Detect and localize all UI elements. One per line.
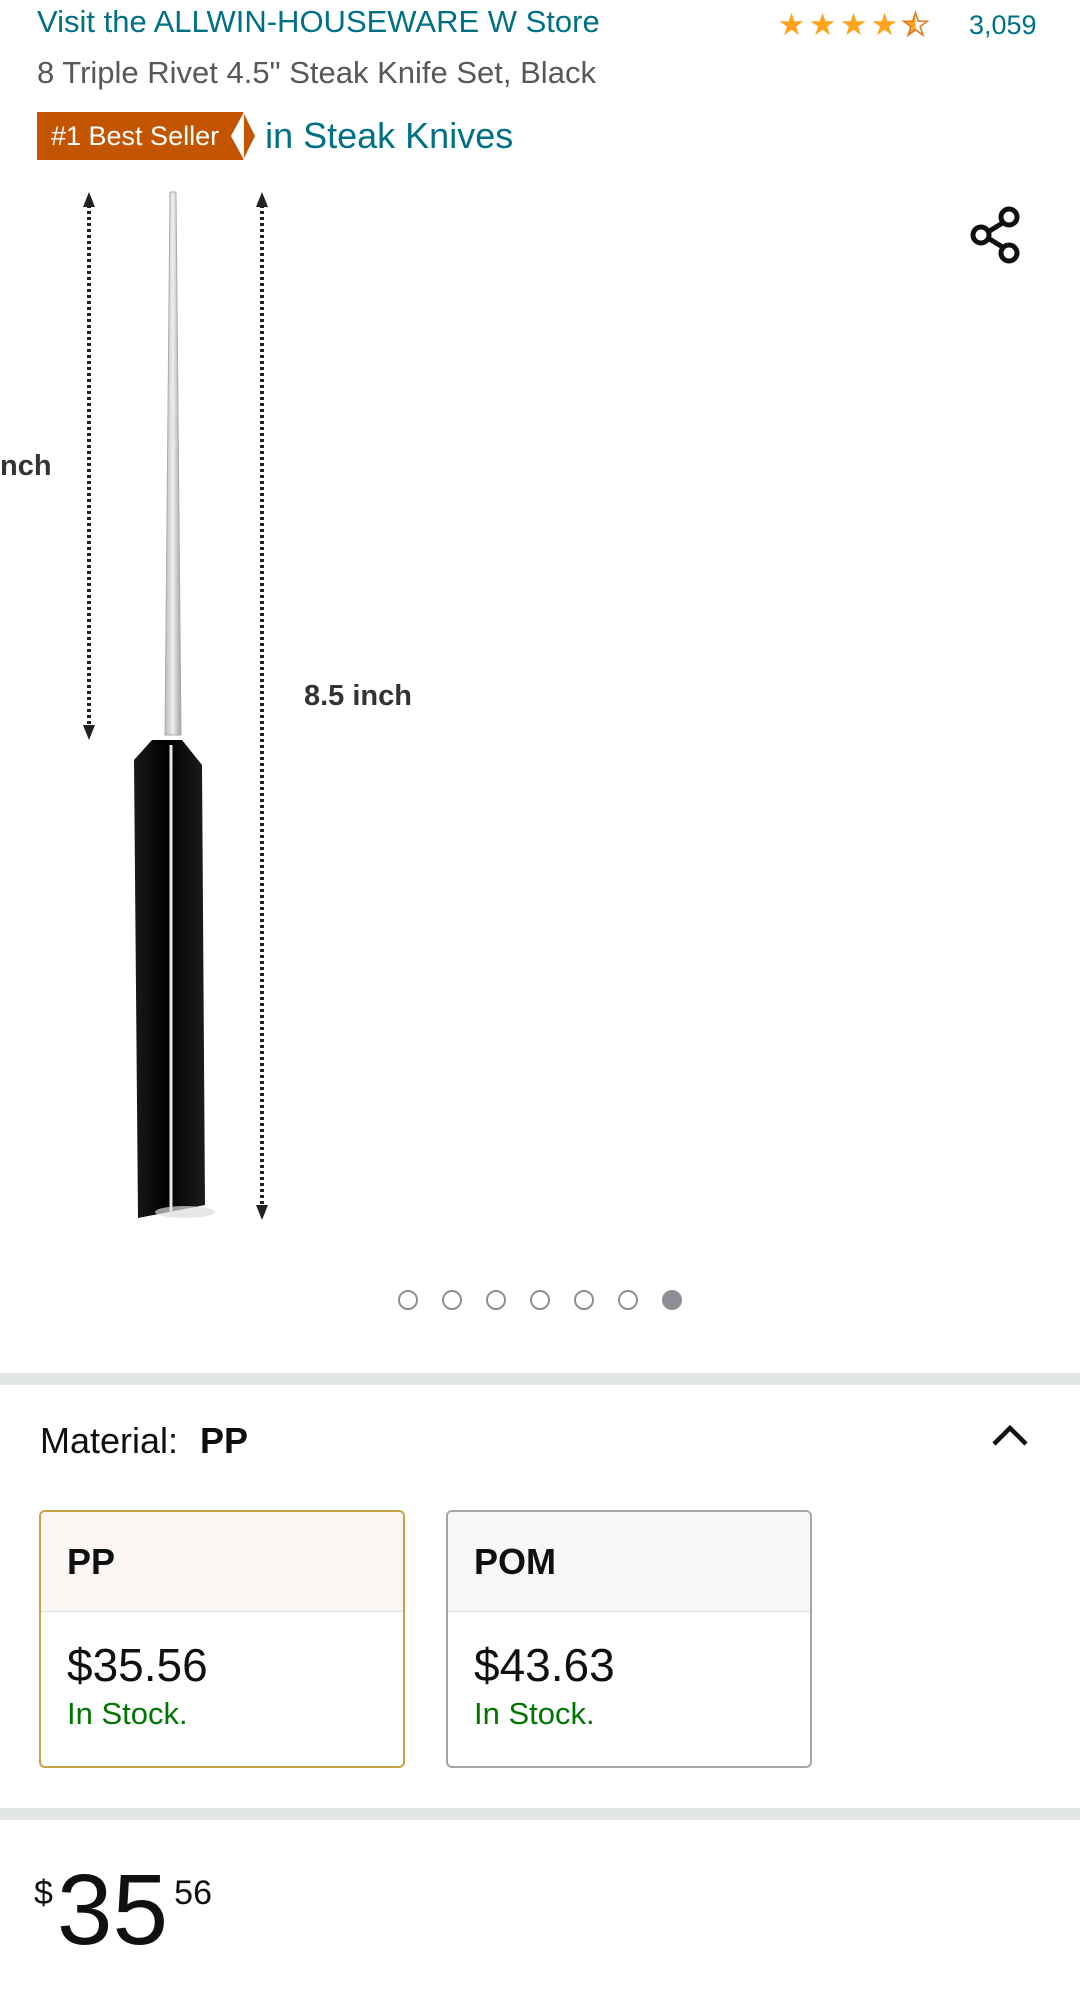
variation-option-pom[interactable]: POM $43.63 In Stock. <box>446 1510 812 1768</box>
carousel-dot[interactable] <box>442 1290 462 1310</box>
star-rating: ★ ★ ★ ★ ★ <box>776 6 931 43</box>
option-price: $43.63 <box>474 1639 615 1691</box>
price-whole: 35 <box>56 1854 169 1966</box>
total-length-measure <box>256 192 268 1220</box>
total-length-label: 8.5 inch <box>304 680 412 712</box>
star-icon: ★ <box>808 7 837 42</box>
variation-header: Material: PP <box>40 1420 248 1462</box>
carousel-dot-active[interactable] <box>662 1290 682 1310</box>
variation-option-pp[interactable]: PP $35.56 In Stock. <box>39 1510 405 1768</box>
image-carousel-dots <box>0 1290 1080 1316</box>
rating-summary[interactable]: ★ ★ ★ ★ ★ 3,059 <box>776 6 1037 43</box>
star-icon: ★ <box>777 7 806 42</box>
best-seller-badge: #1 Best Seller <box>37 112 256 160</box>
best-seller-category-link[interactable]: in Steak Knives <box>265 115 513 157</box>
half-star-icon: ★ <box>901 6 930 43</box>
section-divider <box>0 1373 1080 1385</box>
carousel-dot[interactable] <box>574 1290 594 1310</box>
option-name: PP <box>41 1512 403 1612</box>
star-icon: ★ <box>839 7 868 42</box>
carousel-dot[interactable] <box>486 1290 506 1310</box>
product-title: 8 Triple Rivet 4.5" Steak Knife Set, Bla… <box>37 55 596 90</box>
price-fraction: 56 <box>174 1874 212 1912</box>
option-price: $35.56 <box>67 1639 208 1691</box>
section-divider <box>0 1808 1080 1820</box>
blade-length-measure <box>83 192 95 740</box>
product-price: $ 35 56 <box>34 1860 212 1960</box>
chevron-up-icon <box>992 1424 1028 1446</box>
blade-length-label: nch <box>0 450 52 482</box>
product-image[interactable]: nch 8.5 inch <box>0 180 1080 1260</box>
option-stock: In Stock. <box>474 1696 595 1731</box>
variation-selected-value: PP <box>200 1420 249 1461</box>
carousel-dot[interactable] <box>398 1290 418 1310</box>
review-count[interactable]: 3,059 <box>969 10 1037 41</box>
carousel-dot[interactable] <box>530 1290 550 1310</box>
share-icon <box>970 206 1020 264</box>
knife-illustration <box>83 191 268 1220</box>
price-currency-symbol: $ <box>34 1874 53 1912</box>
share-button[interactable] <box>962 200 1032 270</box>
option-name: POM <box>448 1512 810 1612</box>
option-stock: In Stock. <box>67 1696 188 1731</box>
store-link[interactable]: Visit the ALLWIN-HOUSEWARE W Store <box>37 4 600 40</box>
carousel-dot[interactable] <box>618 1290 638 1310</box>
star-icon: ★ <box>870 7 899 42</box>
collapse-variations-button[interactable] <box>985 1410 1035 1460</box>
best-seller-row[interactable]: #1 Best Seller in Steak Knives <box>37 112 513 160</box>
variation-label: Material: <box>40 1420 179 1461</box>
